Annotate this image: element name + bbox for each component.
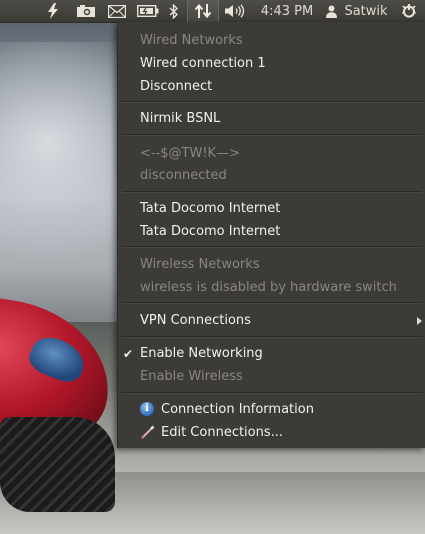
menu-item-tata-docomo-2[interactable]: Tata Docomo Internet	[140, 222, 280, 242]
menu-separator	[122, 392, 422, 394]
menu-item-enable-networking[interactable]: Enable Networking	[140, 344, 263, 364]
menu-item-connection-information[interactable]: Connection Information	[161, 400, 314, 420]
menu-separator	[122, 191, 422, 193]
battery-icon[interactable]	[136, 0, 160, 22]
top-panel: 4:43 PM Satwik	[0, 0, 425, 23]
network-menu: Wired Networks Wired connection 1 Discon…	[117, 22, 425, 448]
bluetooth-icon[interactable]	[166, 0, 180, 22]
info-icon: i	[140, 402, 154, 416]
menu-item-nirmik-bsnl[interactable]: Nirmik BSNL	[140, 109, 220, 129]
panel-clock[interactable]: 4:43 PM	[258, 0, 316, 22]
menu-item-wired-connection-1[interactable]: Wired connection 1	[140, 54, 266, 74]
menu-item-disconnect[interactable]: Disconnect	[140, 77, 212, 97]
user-icon	[323, 0, 339, 22]
menu-separator	[122, 336, 422, 338]
menu-separator	[122, 302, 422, 304]
menu-item-tata-docomo-1[interactable]: Tata Docomo Internet	[140, 199, 280, 219]
wallpaper-car-grill	[0, 417, 115, 512]
panel-user-name[interactable]: Satwik	[340, 0, 392, 22]
menu-item-vpn-connections[interactable]: VPN Connections	[140, 311, 251, 331]
network-updown-icon[interactable]	[187, 0, 219, 22]
wireless-disabled-status: wireless is disabled by hardware switch	[140, 280, 397, 295]
wired-networks-header: Wired Networks	[140, 33, 243, 48]
power-gear-icon[interactable]	[398, 0, 420, 22]
network-name-header: <--$@TW!K—>	[140, 146, 240, 161]
wireless-networks-header: Wireless Networks	[140, 257, 260, 272]
checkmark-icon: ✔	[123, 347, 134, 361]
lightning-icon[interactable]	[44, 0, 62, 22]
menu-separator	[122, 101, 422, 103]
edit-pencil-icon	[141, 425, 155, 439]
network-status-disconnected: disconnected	[140, 168, 227, 183]
menu-item-enable-wireless[interactable]: Enable Wireless	[140, 367, 243, 387]
camera-icon[interactable]	[74, 0, 98, 22]
menu-item-edit-connections[interactable]: Edit Connections...	[161, 423, 283, 443]
submenu-arrow-icon	[417, 317, 422, 325]
mail-icon[interactable]	[106, 0, 128, 22]
volume-icon[interactable]	[222, 0, 248, 22]
menu-separator	[122, 246, 422, 248]
menu-separator	[122, 134, 422, 136]
